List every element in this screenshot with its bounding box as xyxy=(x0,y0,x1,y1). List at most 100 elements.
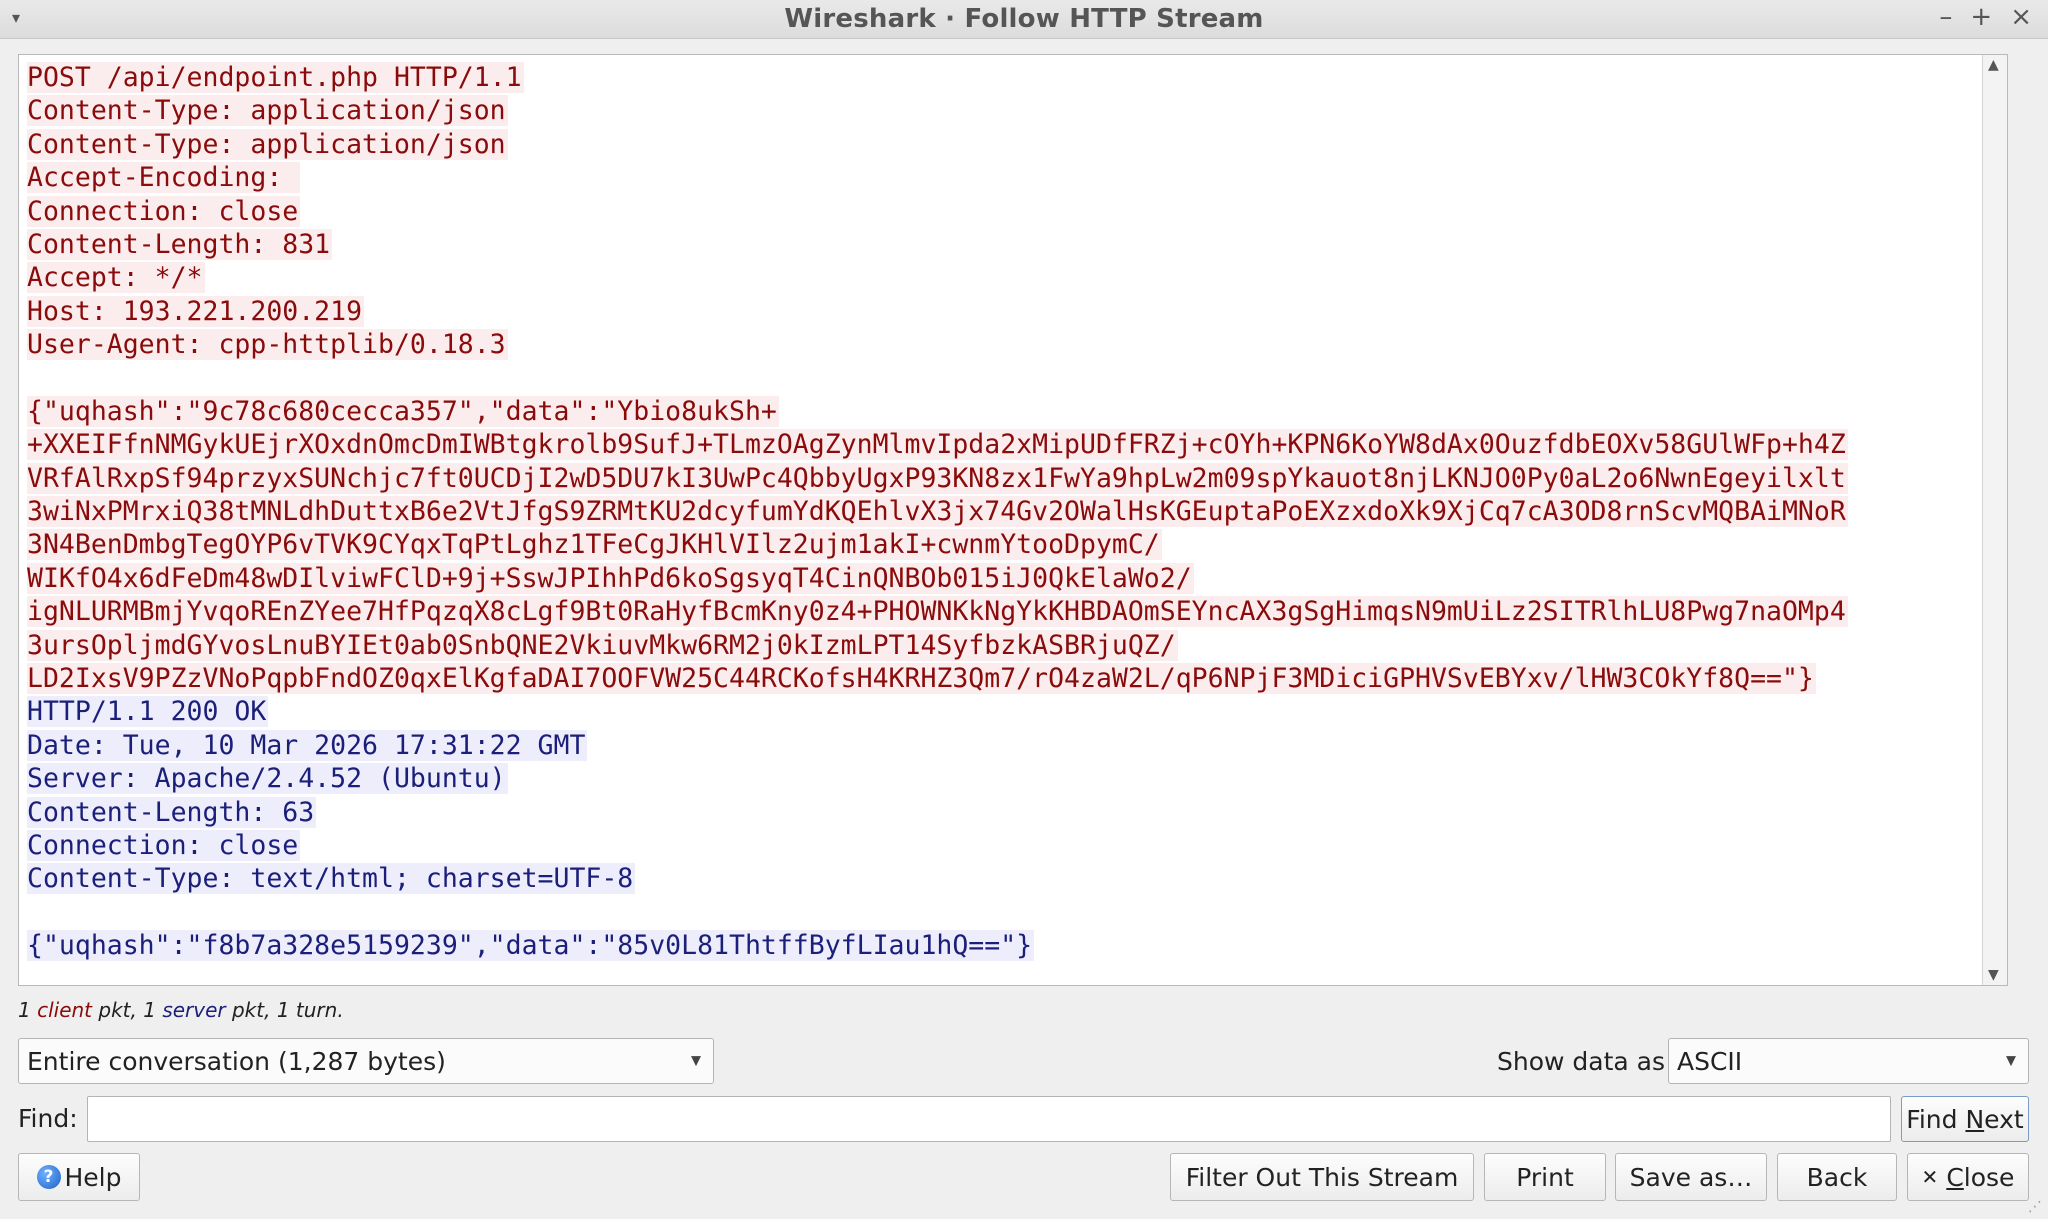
stream-text-area[interactable]: POST /api/endpoint.php HTTP/1.1 Content-T… xyxy=(18,54,2008,986)
find-next-mnemonic: N xyxy=(1965,1104,1985,1134)
client-line: igNLURMBmjYvqoREnZYee7HfPqzqX8cLgf9Bt0Ra… xyxy=(27,595,1979,628)
server-line-text: Connection: close xyxy=(27,829,301,861)
server-line-text: Date: Tue, 10 Mar 2026 17:31:22 GMT xyxy=(27,729,588,761)
close-window-icon[interactable]: × xyxy=(2010,2,2032,32)
resize-grip-icon[interactable]: ⋰ xyxy=(2028,1199,2042,1215)
client-line-text: Accept: */* xyxy=(27,262,205,294)
client-line: 3wiNxPMrxiQ38tMNLdhDuttxB6e2VtJfgS9ZRMtK… xyxy=(27,495,1979,528)
close-icon: ✕ xyxy=(1921,1165,1939,1189)
client-line: 3N4BenDmbgTegOYP6vTVK9CYqxTqPtLghz1TFeCg… xyxy=(27,528,1979,561)
client-line: Content-Type: application/json xyxy=(27,94,1979,127)
window-title: Wireshark · Follow HTTP Stream xyxy=(784,4,1264,34)
server-line: Date: Tue, 10 Mar 2026 17:31:22 GMT xyxy=(27,729,1979,762)
show-data-select[interactable]: ASCII ▼ xyxy=(1668,1038,2029,1084)
window-menu-icon[interactable]: ▾ xyxy=(12,8,20,27)
find-next-label-a: Find xyxy=(1906,1104,1966,1134)
summary-end: pkt, 1 turn. xyxy=(231,998,344,1022)
find-label: Find: xyxy=(18,1104,78,1133)
client-line xyxy=(27,362,1979,395)
client-line-text: Content-Type: application/json xyxy=(27,95,508,127)
print-button[interactable]: Print xyxy=(1484,1153,1606,1201)
server-line: Connection: close xyxy=(27,829,1979,862)
client-line-text: LD2IxsV9PZzVNoPqpbFndOZ0qxElKgfaDAI7OOFV… xyxy=(27,663,1816,695)
client-line: Connection: close xyxy=(27,195,1979,228)
conversation-select-value: Entire conversation (1,287 bytes) xyxy=(27,1046,446,1076)
help-button[interactable]: ? Help xyxy=(18,1153,140,1201)
client-line-text: +XXEIFfnNMGykUEjrXOxdnOmcDmIWBtgkrolb9Su… xyxy=(27,429,1848,461)
show-data-label: Show data as xyxy=(1497,1047,1666,1076)
server-line xyxy=(27,896,1979,929)
summary-mid: pkt, 1 xyxy=(98,998,156,1022)
find-next-button[interactable]: Find Next xyxy=(1901,1096,2029,1142)
print-label: Print xyxy=(1516,1162,1574,1192)
chevron-down-icon: ▼ xyxy=(2006,1053,2016,1069)
client-line: POST /api/endpoint.php HTTP/1.1 xyxy=(27,61,1979,94)
summary-server-label: server xyxy=(162,998,226,1022)
server-line: Content-Length: 63 xyxy=(27,796,1979,829)
find-next-label-b: ext xyxy=(1984,1104,2024,1134)
client-line-text: Content-Length: 831 xyxy=(27,228,333,260)
client-line: Content-Length: 831 xyxy=(27,228,1979,261)
client-line: VRfAlRxpSf94przyxSUNchjc7ft0UCDjI2wD5DU7… xyxy=(27,462,1979,495)
summary-client-label: client xyxy=(37,998,93,1022)
vertical-scrollbar[interactable]: ▲ ▼ xyxy=(1982,55,2007,985)
stream-summary: 1 client pkt, 1 server pkt, 1 turn. xyxy=(18,998,344,1022)
server-line-text: Server: Apache/2.4.52 (Ubuntu) xyxy=(27,763,508,795)
server-line-text: {"uqhash":"f8b7a328e5159239","data":"85v… xyxy=(27,930,1035,962)
client-line: Host: 193.221.200.219 xyxy=(27,295,1979,328)
close-button[interactable]: ✕ Close xyxy=(1907,1153,2029,1201)
stream-content[interactable]: POST /api/endpoint.php HTTP/1.1 Content-T… xyxy=(27,61,1979,979)
client-line-text: WIKfO4x6dFeDm48wDIlviwFClD+9j+SswJPIhhPd… xyxy=(27,562,1194,594)
chevron-down-icon: ▼ xyxy=(691,1053,701,1069)
client-line: +XXEIFfnNMGykUEjrXOxdnOmcDmIWBtgkrolb9Su… xyxy=(27,428,1979,461)
save-as-button[interactable]: Save as… xyxy=(1615,1153,1767,1201)
client-line: User-Agent: cpp-httplib/0.18.3 xyxy=(27,328,1979,361)
scroll-up-icon[interactable]: ▲ xyxy=(1988,57,1999,73)
client-line: Accept-Encoding: xyxy=(27,161,1979,194)
server-line: Content-Type: text/html; charset=UTF-8 xyxy=(27,862,1979,895)
client-line-text: VRfAlRxpSf94przyxSUNchjc7ft0UCDjI2wD5DU7… xyxy=(27,462,1848,494)
conversation-select[interactable]: Entire conversation (1,287 bytes) ▼ xyxy=(18,1038,714,1084)
close-mnemonic: C xyxy=(1946,1162,1964,1192)
server-line: {"uqhash":"f8b7a328e5159239","data":"85v… xyxy=(27,929,1979,962)
back-label: Back xyxy=(1806,1162,1868,1192)
server-line-text: HTTP/1.1 200 OK xyxy=(27,696,269,728)
client-line: WIKfO4x6dFeDm48wDIlviwFClD+9j+SswJPIhhPd… xyxy=(27,562,1979,595)
client-line-text: POST /api/endpoint.php HTTP/1.1 xyxy=(27,62,524,93)
client-line: {"uqhash":"9c78c680cecca357","data":"Ybi… xyxy=(27,395,1979,428)
filter-out-label: Filter Out This Stream xyxy=(1185,1162,1459,1192)
client-line: Accept: */* xyxy=(27,261,1979,294)
client-line-text: Accept-Encoding: xyxy=(27,162,301,194)
client-line-text: User-Agent: cpp-httplib/0.18.3 xyxy=(27,329,508,361)
filter-out-stream-button[interactable]: Filter Out This Stream xyxy=(1170,1153,1474,1201)
client-line: LD2IxsV9PZzVNoPqpbFndOZ0qxElKgfaDAI7OOFV… xyxy=(27,662,1979,695)
server-line-text: Content-Type: text/html; charset=UTF-8 xyxy=(27,863,636,895)
client-line-text: {"uqhash":"9c78c680cecca357","data":"Ybi… xyxy=(27,395,779,427)
client-line: 3ursOpljmdGYvosLnuBYIEt0ab0SnbQNE2VkiuvM… xyxy=(27,629,1979,662)
client-line-text: igNLURMBmjYvqoREnZYee7HfPqzqX8cLgf9Bt0Ra… xyxy=(27,596,1848,628)
client-line-text: Content-Type: application/json xyxy=(27,128,508,160)
maximize-icon[interactable]: + xyxy=(1970,2,1992,32)
close-label: lose xyxy=(1963,1162,2015,1192)
find-input[interactable] xyxy=(87,1096,1891,1142)
client-line-text: 3N4BenDmbgTegOYP6vTVK9CYqxTqPtLghz1TFeCg… xyxy=(27,529,1162,561)
back-button[interactable]: Back xyxy=(1777,1153,1897,1201)
client-line-text: Host: 193.221.200.219 xyxy=(27,295,365,327)
server-line: HTTP/1.1 200 OK xyxy=(27,695,1979,728)
save-as-label: Save as… xyxy=(1629,1162,1753,1192)
server-line: Server: Apache/2.4.52 (Ubuntu) xyxy=(27,762,1979,795)
client-line-text: Connection: close xyxy=(27,195,301,227)
follow-stream-window: ▾ Wireshark · Follow HTTP Stream – + × P… xyxy=(0,0,2048,1219)
help-label: Help xyxy=(64,1162,122,1192)
client-line: Content-Type: application/json xyxy=(27,128,1979,161)
client-line-text: 3wiNxPMrxiQ38tMNLdhDuttxB6e2VtJfgS9ZRMtK… xyxy=(27,496,1848,528)
minimize-icon[interactable]: – xyxy=(1939,2,1952,32)
server-line-text: Content-Length: 63 xyxy=(27,796,317,828)
title-bar: ▾ Wireshark · Follow HTTP Stream – + × xyxy=(0,0,2048,39)
scroll-down-icon[interactable]: ▼ xyxy=(1988,967,1999,983)
show-data-select-value: ASCII xyxy=(1677,1046,1743,1076)
help-icon: ? xyxy=(36,1165,61,1189)
client-line-text: 3ursOpljmdGYvosLnuBYIEt0ab0SnbQNE2VkiuvM… xyxy=(27,629,1178,661)
window-controls: – + × xyxy=(1939,2,2032,32)
summary-client-count: 1 xyxy=(18,998,31,1022)
